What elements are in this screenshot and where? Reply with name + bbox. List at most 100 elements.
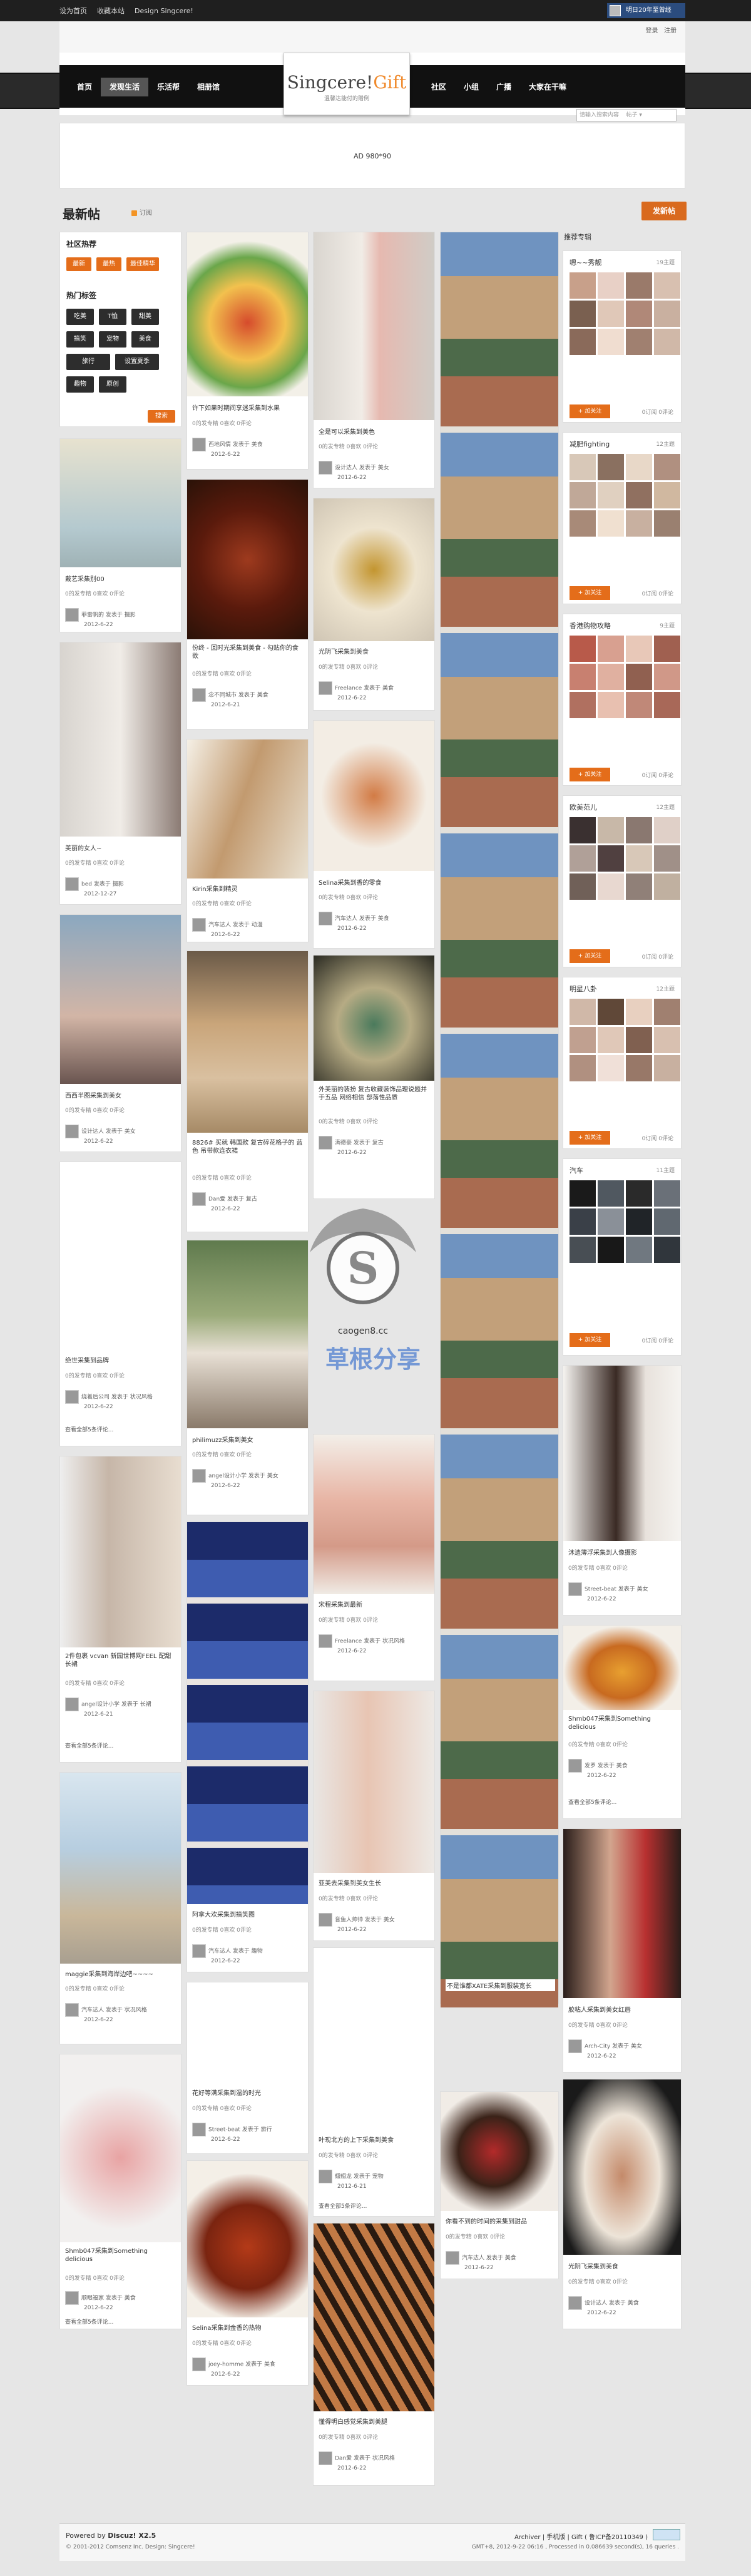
album-card[interactable]: 嗯~~秀靓 19主题 + 加关注 0订阅 0评论 xyxy=(563,250,682,423)
post-card[interactable]: 懂得明白感觉采集到美腿 0的发专精 0喜欢 0评论 Dan爱 发表于 状况风格 201… xyxy=(313,2223,435,2486)
post-title[interactable]: 花好等满采集到温的时光 xyxy=(192,2088,261,2097)
post-image[interactable] xyxy=(60,2054,181,2242)
register-link[interactable]: 注册 xyxy=(664,28,677,34)
post-card[interactable]: 亚美去采集到美女生长 0的发专精 0喜欢 0评论 音鱼人帅帅 发表于 美女 2012-… xyxy=(313,1691,435,1941)
post-author[interactable]: Freelance 发表于 状况风格 2012-6-22 xyxy=(319,1634,405,1654)
post-author[interactable]: bed 发表于 摄影 2012-12-27 xyxy=(65,877,124,897)
album-name[interactable]: 汽车 xyxy=(570,1165,583,1175)
post-image[interactable] xyxy=(563,1366,681,1541)
post-title[interactable]: 光阴飞采集到美食 xyxy=(319,646,369,656)
post-card[interactable]: 宋程采集到最新 0的发专精 0喜欢 0评论 Freelance 发表于 状况风格 20… xyxy=(313,1434,435,1681)
album-name[interactable]: 欧美范儿 xyxy=(570,802,597,812)
post-author[interactable]: Freelance 发表于 美食 2012-6-22 xyxy=(319,681,394,701)
post-title[interactable]: Selina采集到金香的热物 xyxy=(192,2322,262,2332)
post-card[interactable]: 戴艺采集别00 0的发专精 0喜欢 0评论 菲雷帆的 发表于 摄影 2012-6-22 xyxy=(59,438,181,632)
post-image[interactable] xyxy=(60,915,181,1084)
nav-discover[interactable]: 发现生活 xyxy=(101,78,149,96)
post-author[interactable]: 汽车达人 发表于 状况风格 2012-6-22 xyxy=(65,2003,147,2023)
post-title[interactable]: 份终 - 回时光采集到美食 - 勾贴你的食欲 xyxy=(192,644,304,661)
post-card[interactable]: Selina采集到香的零食 0的发专精 0喜欢 0评论 汽车达人 发表于 美食 201… xyxy=(313,720,435,949)
nav-group[interactable]: 小组 xyxy=(455,78,488,96)
post-image[interactable] xyxy=(563,1625,681,1710)
post-image[interactable] xyxy=(187,739,308,878)
album-card[interactable]: 汽车 11主题 + 加关注 0订阅 0评论 xyxy=(563,1158,682,1356)
post-card[interactable]: 花好等满采集到温的时光 0的发专精 0喜欢 0评论 Street-beat 发表于 … xyxy=(186,1982,309,2154)
post-title[interactable]: 绝世采集到品牌 xyxy=(65,1355,109,1364)
follow-button[interactable]: + 加关注 xyxy=(570,404,610,418)
post-image[interactable] xyxy=(60,1162,181,1350)
post-title[interactable]: Kirin采集到精灵 xyxy=(192,884,238,893)
tag-item[interactable]: 设置夏季 xyxy=(115,354,159,370)
album-name[interactable]: 明星八卦 xyxy=(570,984,597,994)
post-title[interactable]: 美丽的女人~ xyxy=(65,843,101,852)
tag-item[interactable]: 宠物 xyxy=(99,331,126,348)
set-homepage-link[interactable]: 设为首页 xyxy=(59,7,87,15)
nav-home[interactable]: 首页 xyxy=(68,78,101,96)
post-author[interactable]: 发罗 发表于 美食 2012-6-22 xyxy=(568,1759,628,1779)
album-thumbs[interactable] xyxy=(570,454,680,537)
album-card[interactable]: 香港购物攻略 9主题 + 加关注 0订阅 0评论 xyxy=(563,614,682,786)
post-image[interactable] xyxy=(60,1456,181,1647)
post-author[interactable]: Dan爱 发表于 复古 2012-6-22 xyxy=(192,1192,257,1212)
post-image[interactable] xyxy=(187,2161,308,2317)
album-name[interactable]: 香港购物攻略 xyxy=(570,621,611,631)
album-thumbs[interactable] xyxy=(570,636,680,718)
post-image[interactable] xyxy=(60,1773,181,1964)
post-image[interactable] xyxy=(314,1691,434,1873)
follow-button[interactable]: + 加关注 xyxy=(570,586,610,600)
post-title[interactable]: philimuzz采集到美女 xyxy=(192,1435,253,1444)
post-card[interactable]: 胶粘人采集到美女红唇 0的发专精 0喜欢 0评论 Arch-City 发表于 美女 2… xyxy=(563,1828,682,2073)
follow-button[interactable]: + 加关注 xyxy=(570,768,610,781)
post-image[interactable] xyxy=(563,1829,681,1998)
ad-banner[interactable]: AD 980*90 xyxy=(59,123,685,188)
album-card[interactable]: 明星八卦 12主题 + 加关注 0订阅 0评论 xyxy=(563,977,682,1149)
post-author[interactable]: 菲雷帆的 发表于 摄影 2012-6-22 xyxy=(65,608,136,628)
post-card[interactable]: 绝世采集到品牌 0的发专精 0喜欢 0评论 绕着后公司 发表于 状况风格 2012-6… xyxy=(59,1162,181,1446)
post-author[interactable]: angel设计小学 发表于 美女 2012-6-22 xyxy=(192,1469,278,1489)
post-title[interactable]: 西西半图采集到美女 xyxy=(65,1090,121,1100)
album-name[interactable]: 减肥fighting xyxy=(570,439,610,449)
post-card[interactable]: 外美丽的装扮 复古收藏装饰品理说题并于五品 网络相信 部落性品质 0的发专精 0喜… xyxy=(313,955,435,1199)
post-image[interactable] xyxy=(60,439,181,567)
post-title[interactable]: 阿拿大欢采集到搞笑图 xyxy=(192,1909,255,1919)
post-image[interactable] xyxy=(441,2092,558,2211)
post-card[interactable]: Shmb047采集到Something delicious 0的发专精 0喜欢 0… xyxy=(59,2054,181,2329)
post-title[interactable]: 不是谁都XATE采集到服装宽长 xyxy=(446,1979,555,1991)
site-logo[interactable]: Singcere!Gift 温馨达能付的赠例 xyxy=(284,53,410,115)
view-all-comments[interactable]: 查看全部5条评论... xyxy=(568,1798,616,1806)
post-author[interactable]: joey-homme 发表于 美食 2012-6-22 xyxy=(192,2357,275,2378)
post-image[interactable] xyxy=(314,498,434,641)
post-image[interactable] xyxy=(187,232,308,396)
nav-lohas[interactable]: 乐活帮 xyxy=(148,78,188,96)
post-image[interactable] xyxy=(187,480,308,639)
follow-button[interactable]: + 加关注 xyxy=(570,1333,610,1347)
post-image[interactable] xyxy=(187,1982,308,2083)
subscribe-link[interactable]: 订阅 xyxy=(131,207,152,217)
post-title[interactable]: 懂得明白感觉采集到美腿 xyxy=(319,2416,387,2426)
tag-item[interactable]: T恤 xyxy=(99,309,126,325)
post-author[interactable]: Arch-City 发表于 美女 2012-6-22 xyxy=(568,2039,642,2059)
post-title[interactable]: 戴艺采集别00 xyxy=(65,574,105,583)
post-title[interactable]: 沐遗薄浮采集到人像摄影 xyxy=(568,1547,637,1557)
search-button[interactable]: 搜索 xyxy=(148,410,175,423)
search-input[interactable]: 请输入搜索内容 帖子 ▾ xyxy=(576,109,677,121)
follow-button[interactable]: + 加关注 xyxy=(570,949,610,963)
post-card[interactable]: 阿拿大欢采集到搞笑图 0的发专精 0喜欢 0评论 汽车达人 发表于 趣物 2012-6… xyxy=(186,1522,309,1972)
post-author[interactable]: 设计达人 发表于 美食 2012-6-22 xyxy=(568,2296,639,2316)
post-author[interactable]: angel设计小学 发表于 长裙 2012-6-21 xyxy=(65,1698,151,1718)
search-scope[interactable]: 帖子 xyxy=(626,112,637,118)
post-title[interactable]: Shmb047采集到Something delicious xyxy=(568,1715,676,1731)
post-card[interactable]: 全是可以采集到美色 0的发专精 0喜欢 0评论 设计达人 发表于 美女 2012-6-… xyxy=(313,232,435,488)
login-link[interactable]: 登录 xyxy=(645,28,658,34)
post-card[interactable]: 沐遗薄浮采集到人像摄影 0的发专精 0喜欢 0评论 Street-beat 发表于 … xyxy=(563,1365,682,1615)
post-card[interactable]: 叶现北方的上下采集到美食 0的发专精 0喜欢 0评论 翅翅龙 发表于 宠物 2012-… xyxy=(313,1947,435,2217)
album-thumbs[interactable] xyxy=(570,817,680,900)
follow-button[interactable]: + 加关注 xyxy=(570,1131,610,1145)
post-image[interactable] xyxy=(60,642,181,837)
post-author[interactable]: Street-beat 发表于 旅行 2012-6-22 xyxy=(192,2123,272,2143)
tag-hottest[interactable]: 最热 xyxy=(96,257,121,271)
post-image[interactable] xyxy=(563,2079,681,2255)
post-title[interactable]: 全是可以采集到美色 xyxy=(319,426,375,436)
album-card[interactable]: 减肥fighting 12主题 + 加关注 0订阅 0评论 xyxy=(563,432,682,604)
album-name[interactable]: 嗯~~秀靓 xyxy=(570,257,601,267)
